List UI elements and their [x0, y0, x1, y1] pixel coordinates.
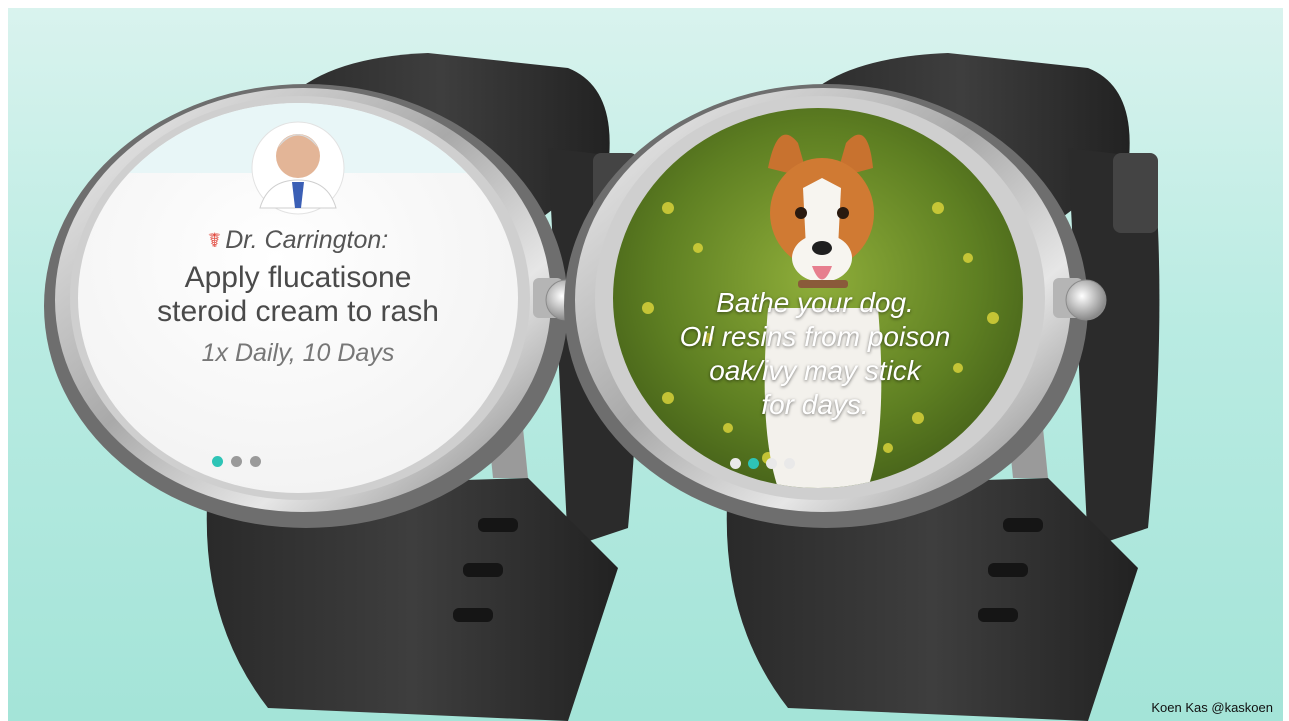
scene: ☤ Dr. Carrington: Apply flucatisone ster… — [8, 8, 1283, 721]
page-dot[interactable] — [784, 458, 795, 469]
tip-line-3: oak/ivy may stick — [709, 355, 921, 386]
page-dots-right[interactable] — [730, 458, 795, 469]
strap-loop-right — [1113, 153, 1158, 233]
tip-line-1: Bathe your dog. — [716, 287, 914, 318]
page-dot[interactable] — [730, 458, 741, 469]
page-dot-active[interactable] — [748, 458, 759, 469]
tip-line-4: for days. — [761, 389, 869, 420]
right-watch-screen: Bathe your dog. Oil resins from poison o… — [620, 286, 1010, 422]
crown-right — [1065, 279, 1107, 321]
page-dot[interactable] — [766, 458, 777, 469]
photo-credit: Koen Kas @kaskoen — [1151, 700, 1273, 715]
tip-line-2: Oil resins from poison — [679, 321, 951, 352]
